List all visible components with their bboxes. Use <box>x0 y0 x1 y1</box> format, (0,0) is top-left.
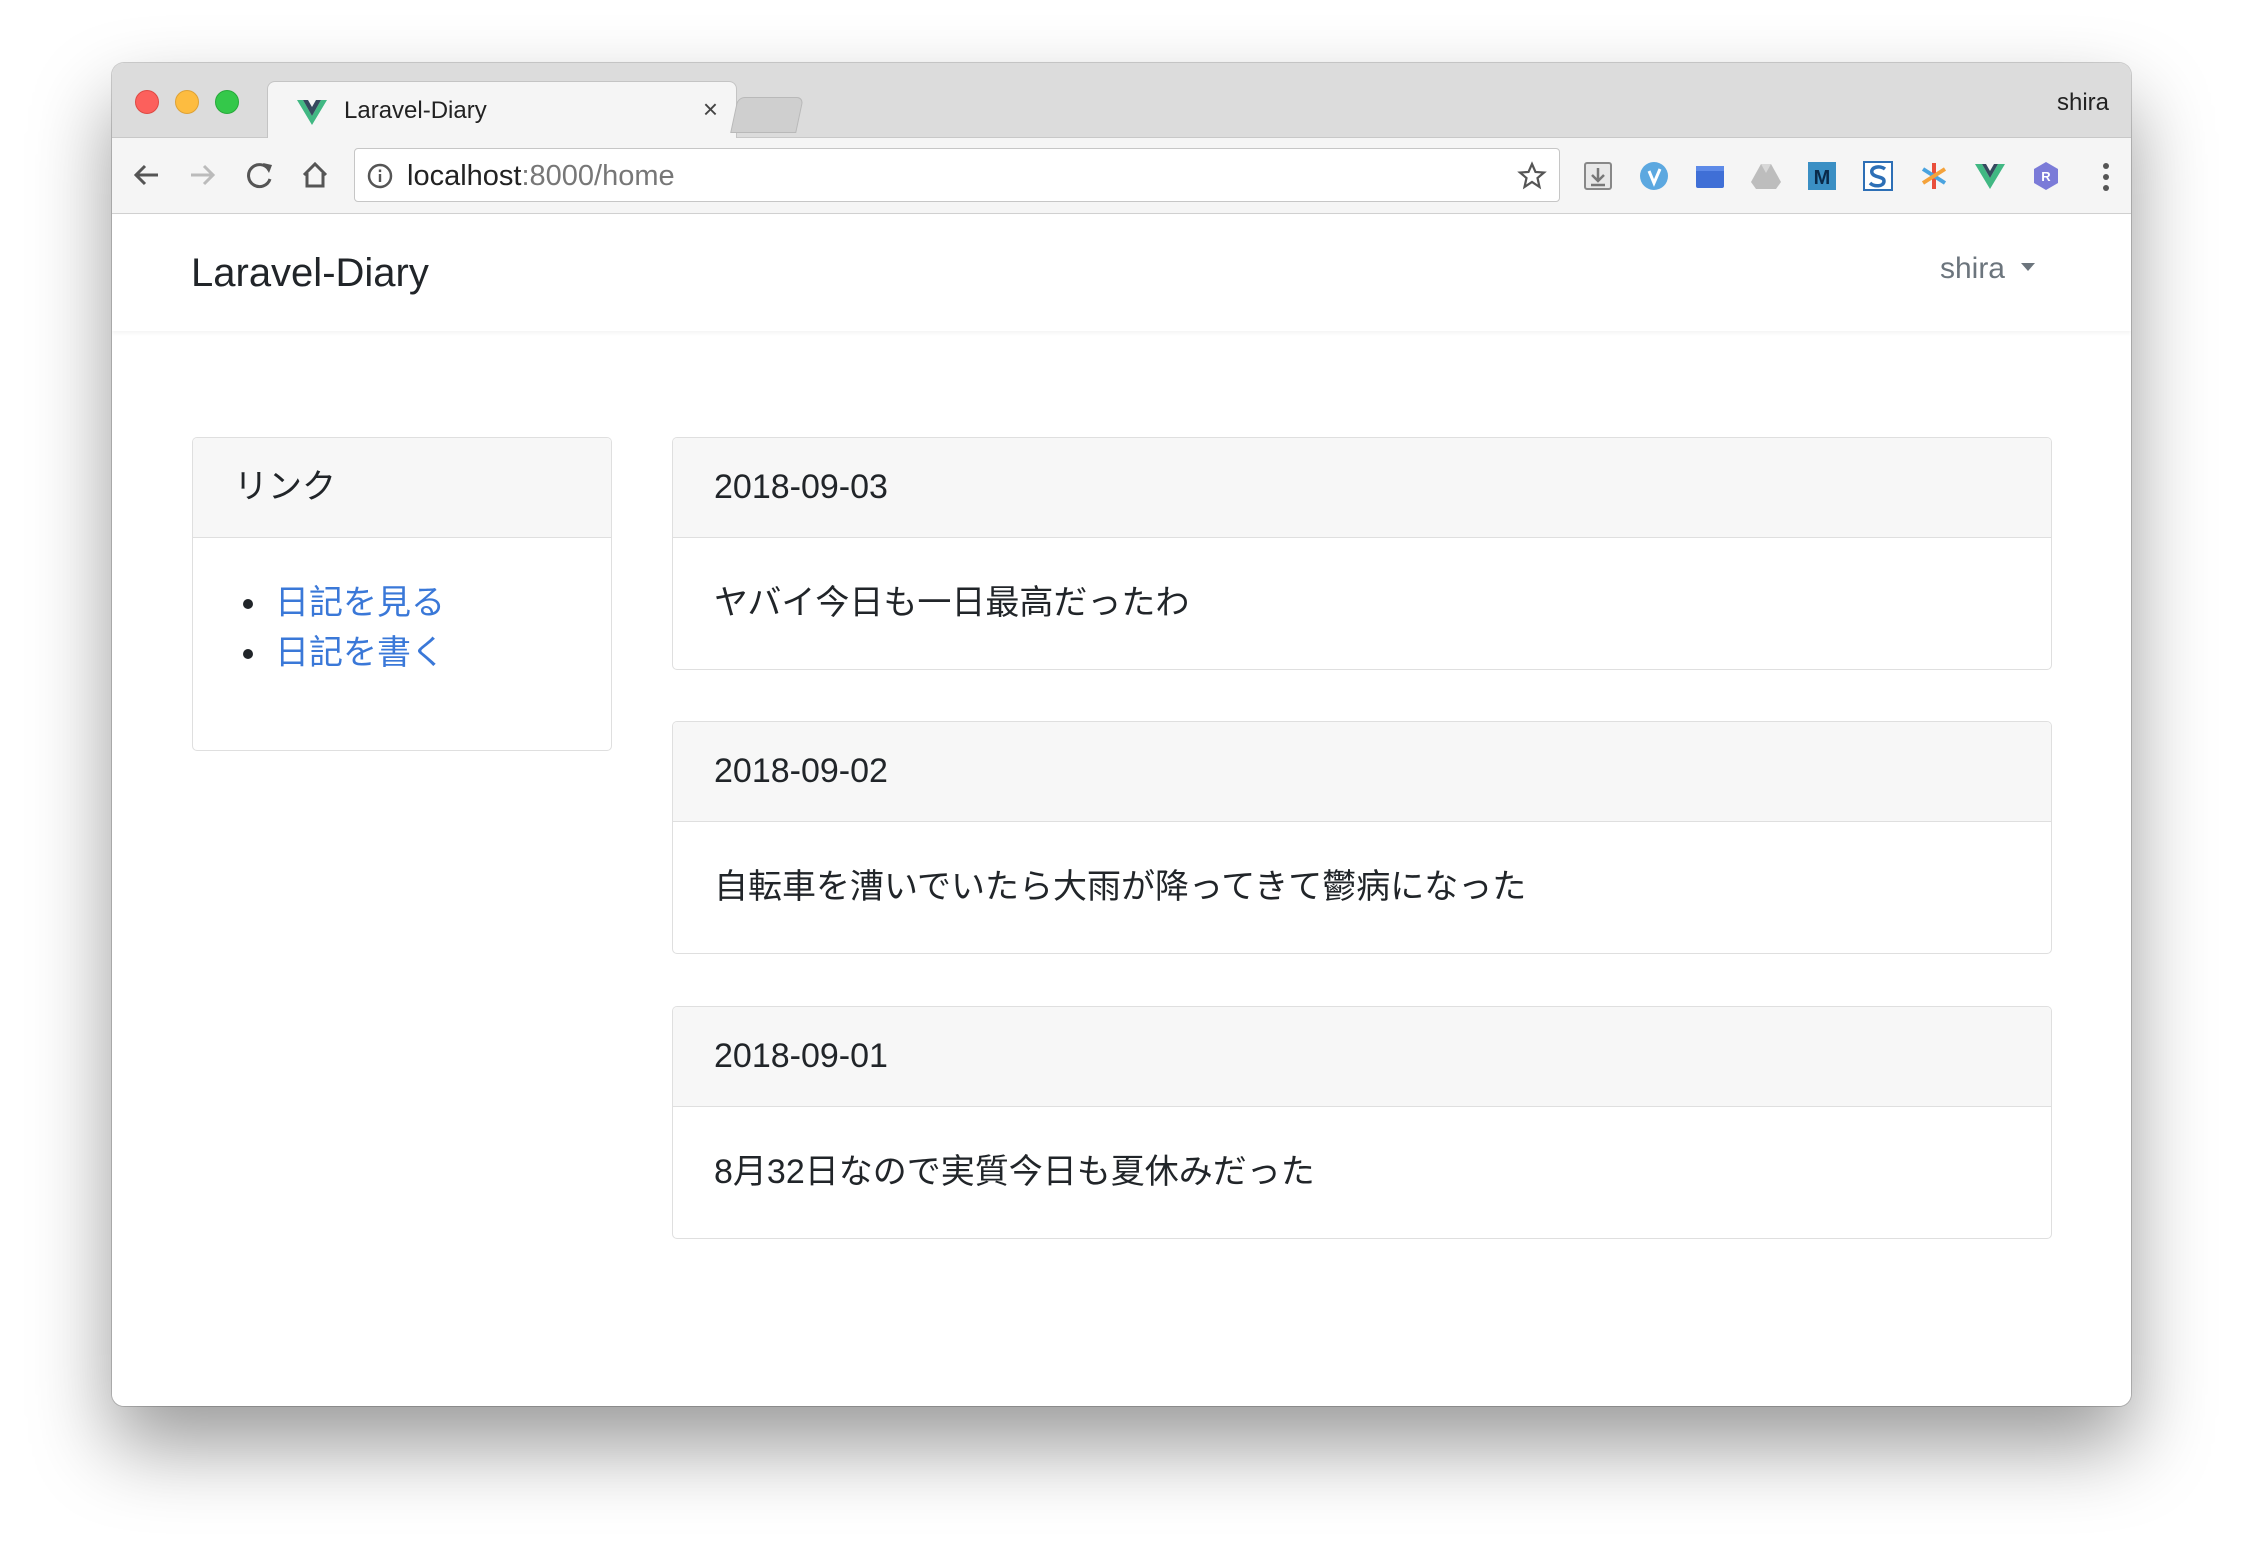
title-bar: Laravel-Diary × shira <box>112 63 2131 139</box>
diary-entry-card: 2018-09-02 自転車を漕いでいたら大雨が降ってきて鬱病になった <box>672 721 2052 954</box>
asterisk-icon[interactable] <box>1918 160 1950 192</box>
entry-text: 自転車を漕いでいたら大雨が降ってきて鬱病になった <box>714 868 1527 906</box>
svg-text:M: M <box>1814 167 1831 189</box>
diary-entry-card: 2018-09-01 8月32日なので実質今日も夏休みだった <box>672 1006 2052 1239</box>
diary-entry-card: 2018-09-03 ヤバイ今日も一日最高だったわ <box>672 437 2052 670</box>
entry-date: 2018-09-03 <box>673 438 2051 538</box>
minimize-window-button[interactable] <box>175 90 199 114</box>
bookmark-star-icon[interactable] <box>1517 161 1547 191</box>
back-icon[interactable] <box>130 158 164 192</box>
vue-logo-icon <box>297 100 327 125</box>
entry-text: ヤバイ今日も一日最高だったわ <box>714 584 1190 622</box>
entry-date: 2018-09-02 <box>673 722 2051 822</box>
view-diary-link[interactable]: 日記を見る <box>275 584 445 622</box>
browser-menu-icon[interactable] <box>2101 160 2111 194</box>
user-name: shira <box>1939 252 2005 285</box>
folder-icon[interactable] <box>1694 160 1726 192</box>
entry-text: 8月32日なので実質今日も夏休みだった <box>714 1153 1315 1191</box>
page-content: Laravel-Diary shira リンク 日記を見る 日記を書く 2018… <box>112 215 2131 1406</box>
links-list: 日記を見る 日記を書く <box>193 538 611 678</box>
tab-title: Laravel-Diary <box>344 97 487 124</box>
url-host: localhost <box>407 160 522 192</box>
app-navbar: Laravel-Diary shira <box>112 215 2131 331</box>
zoom-window-button[interactable] <box>215 90 239 114</box>
browser-window: Laravel-Diary × shira localhost:8000/hom… <box>112 63 2131 1406</box>
m-icon[interactable]: M <box>1806 160 1838 192</box>
browser-toolbar: localhost:8000/home M R <box>112 138 2131 214</box>
svg-text:R: R <box>2041 169 2051 184</box>
write-diary-link[interactable]: 日記を書く <box>275 634 445 672</box>
entry-date: 2018-09-01 <box>673 1007 2051 1107</box>
url-text[interactable]: localhost:8000/home <box>407 161 675 191</box>
list-item: 日記を書く <box>243 628 611 678</box>
caret-down-icon <box>2021 263 2035 272</box>
forward-icon[interactable] <box>185 158 219 192</box>
tab-close-icon[interactable]: × <box>703 94 718 124</box>
info-icon[interactable] <box>367 163 393 189</box>
r-icon[interactable]: R <box>2030 160 2062 192</box>
address-bar[interactable]: localhost:8000/home <box>354 148 1560 202</box>
drive-icon[interactable] <box>1750 160 1782 192</box>
links-card: リンク 日記を見る 日記を書く <box>192 437 612 751</box>
list-item: 日記を見る <box>243 578 611 628</box>
close-window-button[interactable] <box>135 90 159 114</box>
profile-name[interactable]: shira <box>2057 89 2109 117</box>
home-icon[interactable] <box>298 158 332 192</box>
vimium-icon[interactable] <box>1638 160 1670 192</box>
download-icon[interactable] <box>1582 160 1614 192</box>
user-dropdown[interactable]: shira <box>1940 249 2035 289</box>
url-rest: :8000/home <box>521 160 675 192</box>
s-icon[interactable] <box>1862 160 1894 192</box>
reload-icon[interactable] <box>243 158 277 192</box>
vue-devtools-icon[interactable] <box>1974 160 2006 192</box>
browser-tab[interactable]: Laravel-Diary × <box>267 81 737 139</box>
app-brand[interactable]: Laravel-Diary <box>191 249 429 297</box>
new-tab-button[interactable] <box>730 97 804 133</box>
links-card-title: リンク <box>193 438 611 538</box>
